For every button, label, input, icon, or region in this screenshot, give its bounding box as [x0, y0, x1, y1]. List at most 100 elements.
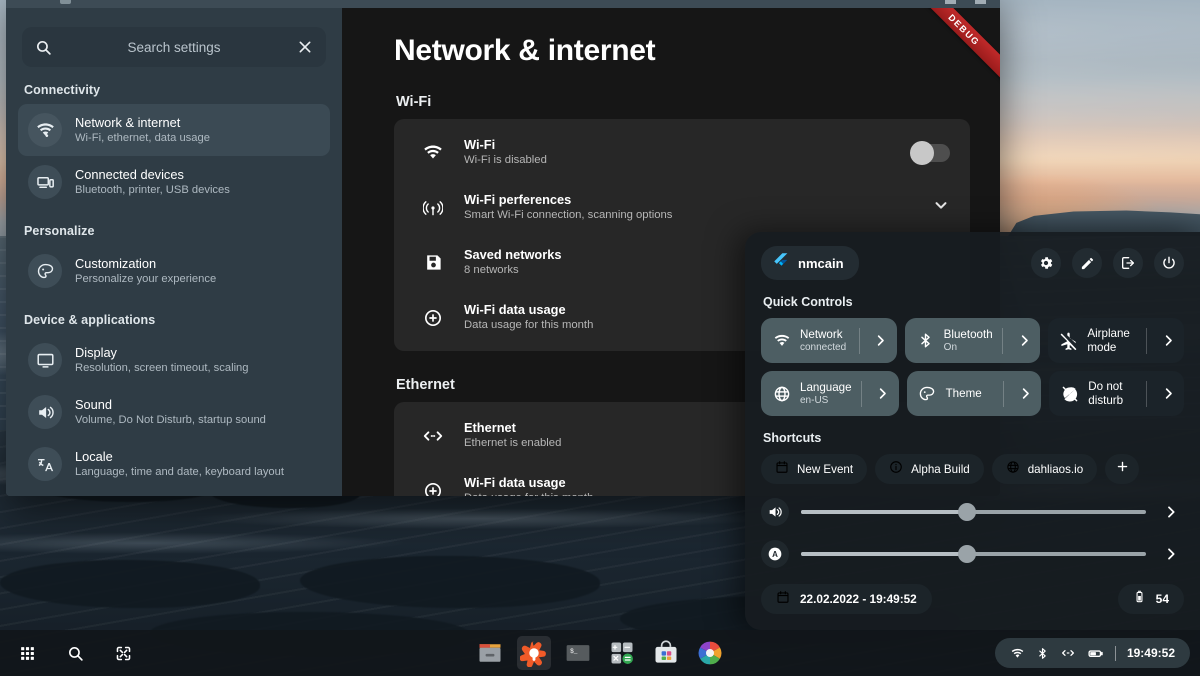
shortcut-label: New Event	[797, 462, 854, 476]
tile-network[interactable]: Network connected	[761, 318, 897, 363]
window-maximize-button[interactable]	[945, 0, 956, 4]
volume-slider-fill	[801, 510, 967, 514]
globe-icon	[772, 385, 791, 403]
wifi-icon	[772, 332, 791, 350]
row-title: Wi-Fi perferences	[464, 192, 572, 207]
battery-chip[interactable]: 54	[1117, 584, 1184, 614]
shortcut-dahliaos-io[interactable]: dahliaos.io	[991, 454, 1098, 484]
shortcut-alpha-build[interactable]: Alpha Build	[875, 454, 984, 484]
window-icon	[60, 0, 71, 4]
tile-airplane-mode[interactable]: Airplane mode	[1048, 318, 1185, 363]
tile-divider	[1002, 327, 1004, 354]
add-shortcut-button[interactable]	[1105, 454, 1140, 484]
tile-title: Network	[800, 327, 843, 341]
volume-slider-track[interactable]	[801, 503, 1146, 521]
tile-theme[interactable]: Theme	[906, 371, 1042, 416]
sidebar-item-display[interactable]: Display Resolution, screen timeout, scal…	[18, 334, 330, 386]
sidebar-item-subtitle: Personalize your experience	[75, 272, 217, 285]
tile-title: Bluetooth	[943, 327, 993, 341]
window-close-button[interactable]	[975, 0, 986, 4]
chevron-right-icon[interactable]	[869, 333, 893, 348]
system-tray[interactable]: 19:49:52	[994, 638, 1190, 668]
plus-icon	[1115, 459, 1130, 479]
files-icon[interactable]	[473, 636, 507, 670]
setting-row-wifi-preferences[interactable]: Wi-Fi perferences Smart Wi-Fi connection…	[394, 180, 970, 235]
wifi-toggle[interactable]	[910, 140, 950, 165]
close-icon[interactable]	[296, 38, 314, 56]
logout-icon[interactable]	[1113, 248, 1143, 278]
sidebar-section-header: Connectivity	[24, 83, 101, 97]
terminal-icon[interactable]: $_	[561, 636, 595, 670]
sidebar-item-network-internet[interactable]: Network & internet Wi-Fi, ethernet, data…	[18, 104, 330, 156]
group-header-wifi: Wi-Fi	[396, 94, 432, 110]
chevron-right-icon[interactable]	[1013, 386, 1037, 401]
quick-panel-actions	[1031, 248, 1184, 278]
wifi-icon[interactable]	[1010, 646, 1025, 661]
dnd-icon	[1060, 385, 1079, 403]
sidebar-item-locale[interactable]: Locale Language, time and date, keyboard…	[18, 438, 330, 490]
svg-text:A: A	[772, 550, 778, 559]
sidebar-item-subtitle: Wi-Fi, ethernet, data usage	[75, 131, 210, 144]
volume-slider-row[interactable]	[761, 498, 1184, 526]
calendar-icon	[776, 590, 790, 609]
quick-settings-panel[interactable]: nmcain Quick Controls Network connected …	[745, 232, 1200, 630]
chevron-down-icon[interactable]	[932, 196, 950, 219]
search-input[interactable]: Search settings	[22, 27, 326, 67]
tile-divider	[1146, 380, 1147, 407]
chevron-right-icon[interactable]	[1158, 546, 1184, 562]
browser-icon[interactable]	[693, 636, 727, 670]
taskbar-apps: $_	[473, 636, 727, 670]
sidebar-item-notifications[interactable]: Notifications Notification sound, app se…	[18, 490, 330, 496]
brightness-icon[interactable]: A	[761, 540, 789, 568]
tile-title: Airplane mode	[1087, 326, 1130, 354]
datetime-chip[interactable]: 22.02.2022 - 19:49:52	[761, 584, 932, 614]
shortcut-label: dahliaos.io	[1027, 462, 1084, 476]
settings-app-icon[interactable]	[517, 636, 551, 670]
setting-row-wifi[interactable]: Wi-Fi Wi-Fi is disabled	[394, 125, 970, 180]
save-icon	[420, 253, 446, 272]
wifi-icon	[420, 143, 446, 163]
user-chip[interactable]: nmcain	[761, 246, 859, 280]
tile-divider	[1146, 327, 1148, 354]
overview-icon[interactable]	[110, 640, 136, 666]
chevron-right-icon[interactable]	[1158, 504, 1184, 520]
chevron-right-icon[interactable]	[1156, 386, 1180, 401]
tile-divider	[860, 380, 862, 407]
ethernet-icon[interactable]	[1060, 645, 1076, 661]
bluetooth-icon[interactable]	[1036, 647, 1049, 660]
shortcut-new-event[interactable]: New Event	[761, 454, 868, 484]
calculator-icon[interactable]	[605, 636, 639, 670]
calendar-icon	[775, 460, 789, 479]
sidebar-section-header: Personalize	[24, 224, 95, 238]
sidebar-item-sound[interactable]: Sound Volume, Do Not Disturb, startup so…	[18, 386, 330, 438]
search-icon[interactable]	[62, 640, 88, 666]
brightness-slider-row[interactable]: A	[761, 540, 1184, 568]
battery-icon[interactable]	[1087, 645, 1104, 662]
grid-icon[interactable]	[14, 640, 40, 666]
taskbar-system-buttons	[0, 640, 136, 666]
chevron-right-icon[interactable]	[1012, 333, 1036, 348]
volume-icon[interactable]	[761, 498, 789, 526]
datetime-text: 22.02.2022 - 19:49:52	[800, 592, 917, 606]
power-icon[interactable]	[1154, 248, 1184, 278]
tile-do-not-disturb[interactable]: Do not disturb	[1049, 371, 1184, 416]
store-icon[interactable]	[649, 636, 683, 670]
data-usage-icon	[420, 481, 446, 496]
chevron-right-icon[interactable]	[1156, 333, 1180, 348]
pencil-icon[interactable]	[1072, 248, 1102, 278]
gear-icon[interactable]	[1031, 248, 1061, 278]
tile-bluetooth[interactable]: Bluetooth On	[904, 318, 1041, 363]
sidebar-item-connected-devices[interactable]: Connected devices Bluetooth, printer, US…	[18, 156, 330, 208]
tile-language[interactable]: Language en-US	[761, 371, 899, 416]
bluetooth-icon	[916, 332, 935, 349]
tile-title: Language	[800, 380, 852, 394]
sidebar-item-customization[interactable]: Customization Personalize your experienc…	[18, 245, 330, 297]
brightness-slider-track[interactable]	[801, 545, 1146, 563]
brightness-slider-knob[interactable]	[957, 545, 976, 563]
user-name: nmcain	[798, 255, 844, 271]
volume-slider-knob[interactable]	[957, 503, 976, 521]
chevron-right-icon[interactable]	[871, 386, 895, 401]
svg-text:$_: $_	[570, 648, 578, 655]
window-titlebar[interactable]	[6, 0, 1000, 8]
ethernet-icon	[420, 425, 446, 447]
